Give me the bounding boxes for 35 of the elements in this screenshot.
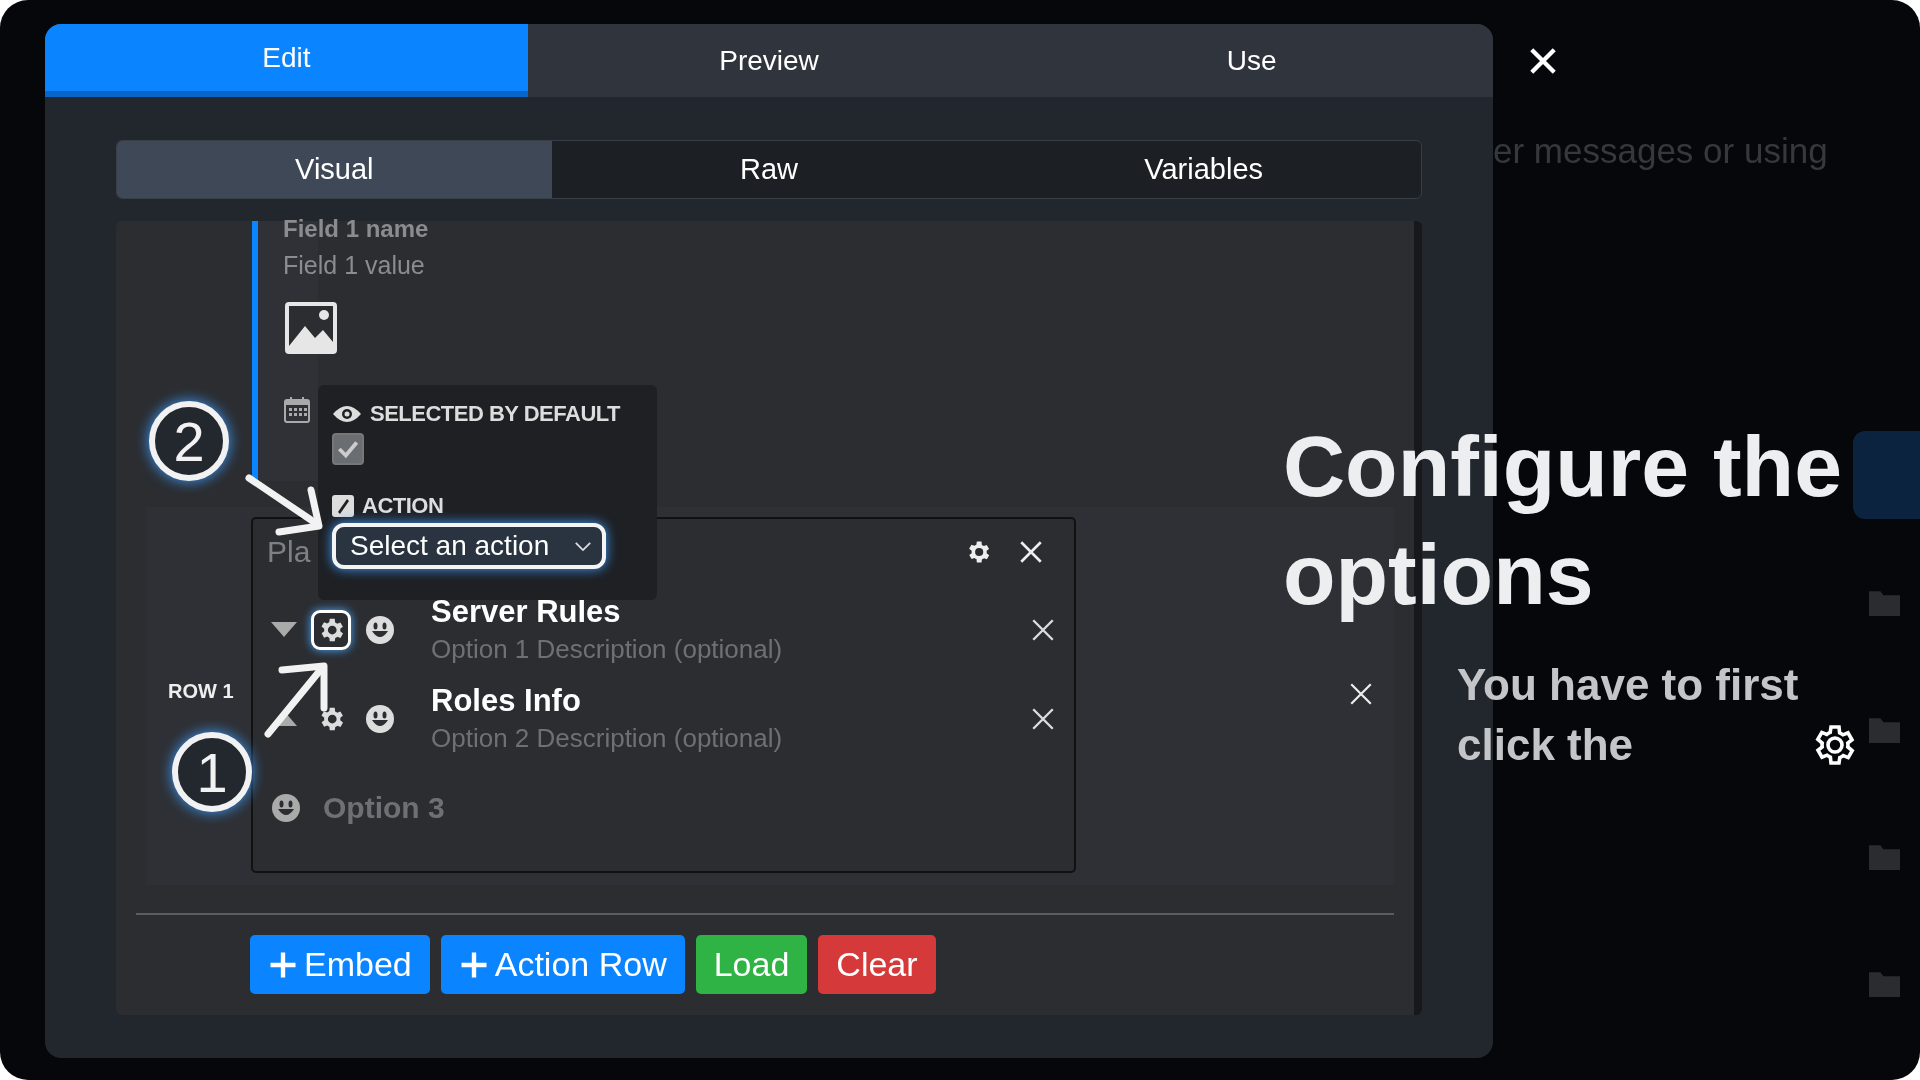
view-tab[interactable]: Variables <box>986 141 1421 198</box>
action-dropdown[interactable]: Select an action <box>332 523 606 569</box>
toolbar-button[interactable]: Clear <box>818 935 936 994</box>
toolbar-button[interactable]: Embed <box>250 935 430 994</box>
field-label: ACTION <box>362 493 444 519</box>
option-description: Option 2 Description (optional) <box>431 723 784 754</box>
chevron-down-icon <box>574 540 592 552</box>
pencil-icon <box>332 495 354 517</box>
editor-tab[interactable]: Preview <box>527 24 1011 97</box>
field-name: Field 1 name <box>283 219 430 239</box>
emoji-icon[interactable] <box>365 703 395 734</box>
option-label: Roles Info <box>431 683 582 719</box>
eye-icon <box>332 404 362 424</box>
calendar-icon[interactable] <box>283 396 311 424</box>
field-value: Field 1 value <box>283 251 426 280</box>
tutorial-headline: Configure the options <box>1283 417 1843 624</box>
view-tab[interactable]: Visual <box>117 141 552 198</box>
close-icon[interactable] <box>1348 681 1374 707</box>
image-icon[interactable] <box>283 300 339 356</box>
editor-tab[interactable]: Edit <box>45 24 528 97</box>
field-label: SELECTED BY DEFAULT <box>370 401 621 427</box>
placeholder-text: Pla <box>267 535 311 569</box>
editor-tab[interactable]: Use <box>1010 24 1493 97</box>
checkbox[interactable] <box>332 433 364 465</box>
option-description: Option 1 Description (optional) <box>431 634 784 665</box>
move-down-icon[interactable] <box>271 622 297 637</box>
view-tab[interactable]: Raw <box>551 141 987 198</box>
close-icon[interactable] <box>1018 539 1044 565</box>
row-label: ROW 1 <box>167 679 235 703</box>
emoji-icon[interactable] <box>271 793 301 823</box>
tutorial-text: You have to first click the <box>1457 659 1800 771</box>
option-label: Server Rules <box>431 594 622 630</box>
option-settings-button[interactable] <box>311 609 351 650</box>
toolbar-button[interactable]: Action Row <box>440 935 685 994</box>
emoji-icon[interactable] <box>365 614 395 645</box>
